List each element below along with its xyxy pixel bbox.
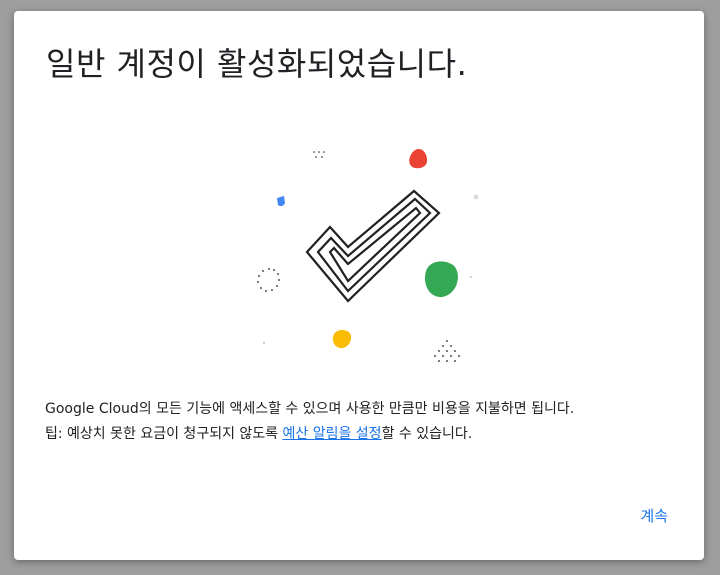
success-illustration: [257, 148, 479, 362]
checkmark-icon: [305, 189, 441, 303]
dot-cluster-top: [313, 151, 325, 158]
dot-circle-left: [257, 268, 280, 292]
body-line-1: Google Cloud의 모든 기능에 액세스할 수 있으며 사용한 만큼만 …: [45, 401, 575, 417]
grey-dot: [473, 194, 479, 200]
dot-cluster-bottom: [434, 340, 460, 362]
activation-dialog: 일반 계정이 활성화되었습니다. Google Cloud의 모든 기능에 액세…: [14, 11, 704, 560]
red-blob: [409, 148, 428, 169]
dialog-title: 일반 계정이 활성화되었습니다.: [46, 45, 468, 83]
tip-suffix: 할 수 있습니다.: [381, 426, 473, 442]
dialog-body: Google Cloud의 모든 기능에 액세스할 수 있으며 사용한 만큼만 …: [45, 397, 685, 447]
yellow-blob: [332, 330, 352, 349]
blue-shield: [277, 196, 285, 207]
budget-alert-link[interactable]: 예산 알림을 설정: [283, 426, 382, 442]
green-blob: [424, 261, 458, 298]
body-line-2: 팁: 예상치 못한 요금이 청구되지 않도록 예산 알림을 설정할 수 있습니다…: [45, 422, 685, 447]
continue-button[interactable]: 계속: [632, 499, 676, 532]
tip-prefix: 팁: 예상치 못한 요금이 청구되지 않도록: [45, 426, 283, 442]
